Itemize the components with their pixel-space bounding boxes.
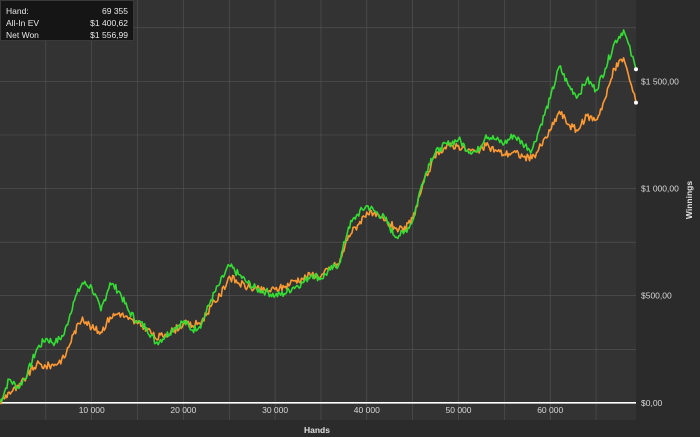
x-tick-label: 30 000: [262, 405, 288, 415]
x-tick-label: 50 000: [446, 405, 472, 415]
y-tick-labels: $0,00 $500,00 $1 000,00 $1 500,00: [641, 76, 679, 407]
stat-value: 69 355: [102, 6, 128, 16]
stat-label: All-In EV: [6, 18, 40, 28]
winnings-chart: 10 000 20 000 30 000 40 000 50 000 60 000 $0,…: [0, 0, 694, 435]
x-tick-label: 10 000: [79, 405, 105, 415]
x-tick-label: 20 000: [170, 405, 196, 415]
stat-row-net-won: Net Won $1 556,99: [6, 30, 128, 42]
stat-value: $1 400,62: [90, 18, 128, 28]
series-end-point: [634, 67, 638, 72]
stat-row-all-in-ev: All-In EV $1 400,62: [6, 18, 128, 30]
stat-label: Hand:: [6, 6, 29, 16]
stat-row-hand: Hand: 69 355: [6, 6, 128, 18]
x-axis-label: Hands: [304, 425, 330, 435]
y-tick-label: $1 000,00: [641, 184, 679, 194]
y-tick-label: $500,00: [641, 291, 672, 301]
stat-value: $1 556,99: [90, 30, 128, 40]
stats-box: Hand: 69 355 All-In EV $1 400,62 Net Won…: [0, 0, 134, 41]
plot-area: [0, 0, 636, 420]
x-tick-label: 60 000: [537, 405, 563, 415]
y-tick-label: $0,00: [641, 398, 663, 408]
y-tick-label: $1 500,00: [641, 76, 679, 86]
stat-label: Net Won: [6, 30, 39, 40]
series-end-point: [634, 100, 638, 105]
y-axis-label: Winnings: [684, 181, 694, 219]
x-tick-label: 40 000: [354, 405, 380, 415]
